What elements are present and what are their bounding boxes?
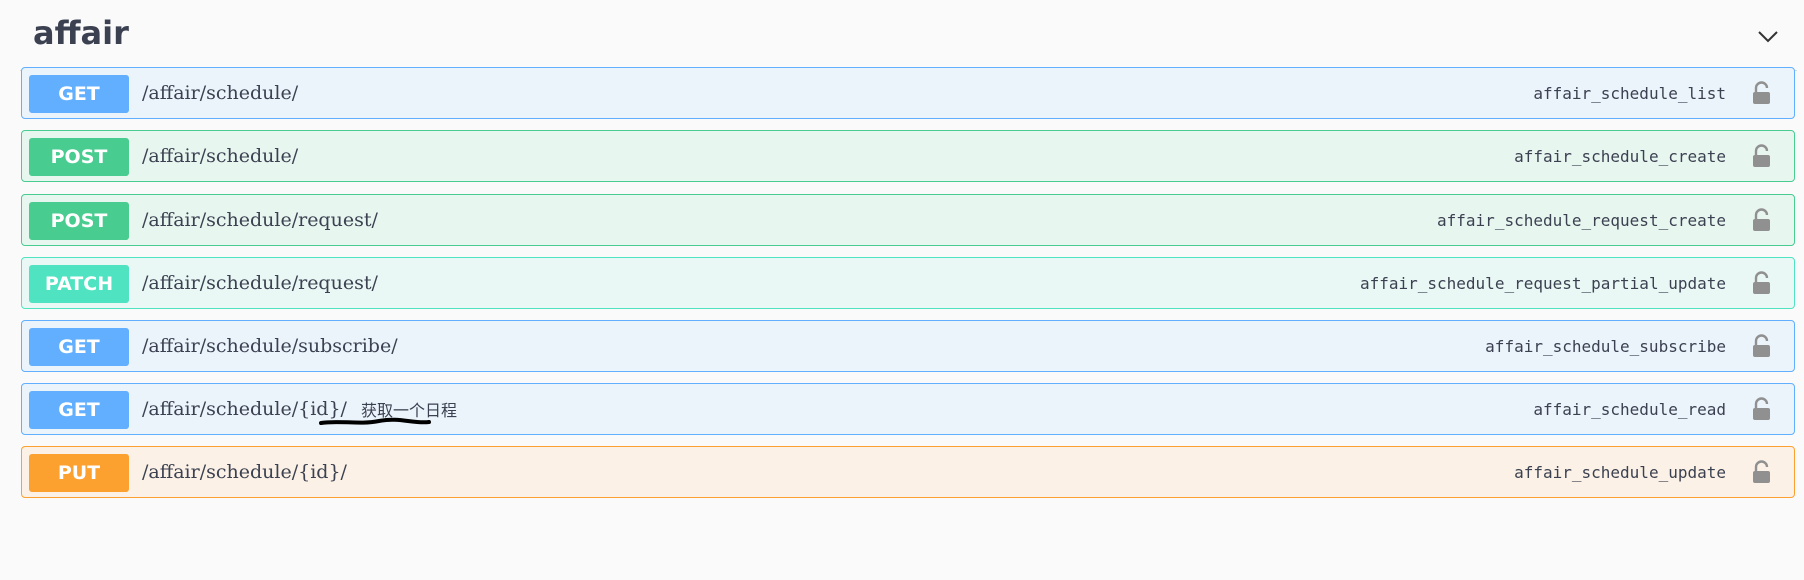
- chevron-down-icon[interactable]: [1753, 22, 1783, 52]
- tag-section-header[interactable]: affair: [20, 0, 1797, 71]
- unlocked-padlock-icon[interactable]: [1752, 144, 1772, 168]
- unlocked-padlock-icon[interactable]: [1752, 81, 1772, 105]
- operation-post-schedule-create[interactable]: POST /affair/schedule/ affair_schedule_c…: [21, 130, 1795, 182]
- operation-path: /affair/schedule/: [142, 145, 299, 167]
- operation-post-schedule-request-create[interactable]: POST /affair/schedule/request/ affair_sc…: [21, 194, 1795, 246]
- operation-id: affair_schedule_request_partial_update: [1359, 273, 1726, 293]
- operation-path: /affair/schedule/{id}/: [142, 461, 347, 483]
- handwritten-underline: [319, 417, 431, 425]
- operation-get-schedule-list[interactable]: GET /affair/schedule/ affair_schedule_li…: [21, 67, 1795, 119]
- method-badge: POST: [29, 202, 129, 240]
- operation-get-schedule-subscribe[interactable]: GET /affair/schedule/subscribe/ affair_s…: [21, 320, 1795, 372]
- operation-path: /affair/schedule/request/: [142, 272, 378, 294]
- operation-path: /affair/schedule/subscribe/: [142, 335, 398, 357]
- method-badge: PATCH: [29, 265, 129, 303]
- operation-get-schedule-read[interactable]: GET /affair/schedule/{id}/ 获取一个日程 affair…: [21, 383, 1795, 435]
- operation-patch-schedule-request[interactable]: PATCH /affair/schedule/request/ affair_s…: [21, 257, 1795, 309]
- method-badge: POST: [29, 138, 129, 176]
- method-badge: GET: [29, 328, 129, 366]
- tag-title: affair: [33, 14, 129, 52]
- unlocked-padlock-icon[interactable]: [1752, 334, 1772, 358]
- operation-id: affair_schedule_update: [1514, 462, 1726, 482]
- method-badge: GET: [29, 391, 129, 429]
- operation-id: affair_schedule_subscribe: [1485, 336, 1726, 356]
- operation-put-schedule-update[interactable]: PUT /affair/schedule/{id}/ affair_schedu…: [21, 446, 1795, 498]
- operation-path: /affair/schedule/: [142, 82, 299, 104]
- operation-id: affair_schedule_read: [1533, 399, 1726, 419]
- unlocked-padlock-icon[interactable]: [1752, 460, 1772, 484]
- unlocked-padlock-icon[interactable]: [1752, 208, 1772, 232]
- operation-id: affair_schedule_list: [1533, 83, 1726, 103]
- method-badge: GET: [29, 75, 129, 113]
- operation-id: affair_schedule_create: [1514, 146, 1726, 166]
- unlocked-padlock-icon[interactable]: [1752, 397, 1772, 421]
- method-badge: PUT: [29, 454, 129, 492]
- unlocked-padlock-icon[interactable]: [1752, 271, 1772, 295]
- operation-id: affair_schedule_request_create: [1437, 210, 1726, 230]
- operation-path: /affair/schedule/request/: [142, 209, 378, 231]
